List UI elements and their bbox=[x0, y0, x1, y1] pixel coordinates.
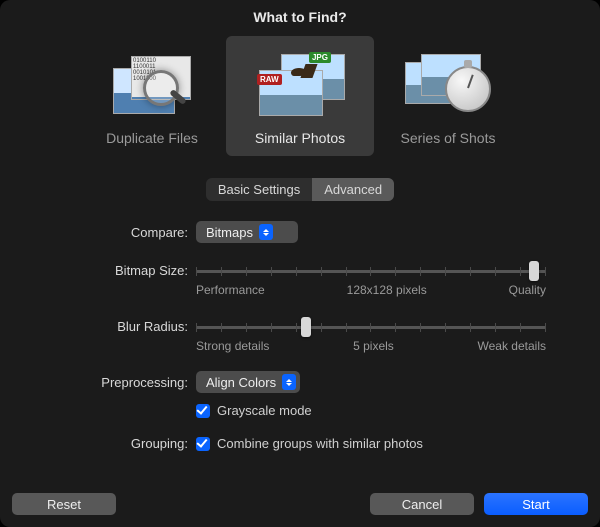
compare-select-value: Bitmaps bbox=[206, 225, 253, 240]
select-arrows-icon bbox=[259, 224, 273, 240]
bitmap-size-mid-label: 128x128 pixels bbox=[347, 283, 427, 297]
mode-label: Similar Photos bbox=[255, 130, 345, 146]
settings-mode-segmented: Basic Settings Advanced bbox=[12, 178, 588, 201]
slider-knob[interactable] bbox=[529, 261, 539, 281]
combine-groups-checkbox[interactable] bbox=[196, 437, 210, 451]
bitmap-size-max-label: Quality bbox=[509, 283, 546, 297]
start-button[interactable]: Start bbox=[484, 493, 588, 515]
mode-tabs: 0100110110001100101011001100 Duplicate F… bbox=[12, 36, 588, 156]
grayscale-mode-label: Grayscale mode bbox=[217, 403, 312, 418]
select-arrows-icon bbox=[282, 374, 296, 390]
preprocessing-label: Preprocessing: bbox=[12, 371, 188, 428]
series-of-shots-icon bbox=[403, 52, 493, 122]
dialog-footer: Reset Cancel Start bbox=[12, 481, 588, 515]
compare-select[interactable]: Bitmaps bbox=[196, 221, 298, 243]
mode-duplicate-files[interactable]: 0100110110001100101011001100 Duplicate F… bbox=[78, 36, 226, 156]
mode-similar-photos[interactable]: JPGRAW Similar Photos bbox=[226, 36, 374, 156]
blur-radius-mid-label: 5 pixels bbox=[353, 339, 394, 353]
similar-photos-icon: JPGRAW bbox=[255, 52, 345, 122]
grouping-label: Grouping: bbox=[12, 432, 188, 455]
mode-label: Series of Shots bbox=[401, 130, 496, 146]
advanced-settings-form: Compare: Bitmaps Bitmap Size: Performanc… bbox=[12, 221, 588, 455]
advanced-settings-tab[interactable]: Advanced bbox=[312, 178, 394, 201]
mode-series-of-shots[interactable]: Series of Shots bbox=[374, 36, 522, 156]
blur-radius-min-label: Strong details bbox=[196, 339, 269, 353]
dialog-what-to-find: What to Find? 01001101100011001010110011… bbox=[0, 0, 600, 527]
preprocessing-select[interactable]: Align Colors bbox=[196, 371, 300, 393]
cancel-button[interactable]: Cancel bbox=[370, 493, 474, 515]
blur-radius-label: Blur Radius: bbox=[12, 315, 188, 367]
reset-button[interactable]: Reset bbox=[12, 493, 116, 515]
blur-radius-slider[interactable] bbox=[196, 315, 546, 339]
basic-settings-tab[interactable]: Basic Settings bbox=[206, 178, 312, 201]
bitmap-size-min-label: Performance bbox=[196, 283, 265, 297]
compare-label: Compare: bbox=[12, 221, 188, 255]
window-title: What to Find? bbox=[12, 0, 588, 34]
slider-knob[interactable] bbox=[301, 317, 311, 337]
bitmap-size-label: Bitmap Size: bbox=[12, 259, 188, 311]
grayscale-mode-checkbox[interactable] bbox=[196, 404, 210, 418]
bitmap-size-slider[interactable] bbox=[196, 259, 546, 283]
mode-label: Duplicate Files bbox=[106, 130, 198, 146]
duplicate-files-icon: 0100110110001100101011001100 bbox=[107, 52, 197, 122]
preprocessing-select-value: Align Colors bbox=[206, 375, 276, 390]
combine-groups-label: Combine groups with similar photos bbox=[217, 436, 423, 451]
blur-radius-max-label: Weak details bbox=[478, 339, 546, 353]
